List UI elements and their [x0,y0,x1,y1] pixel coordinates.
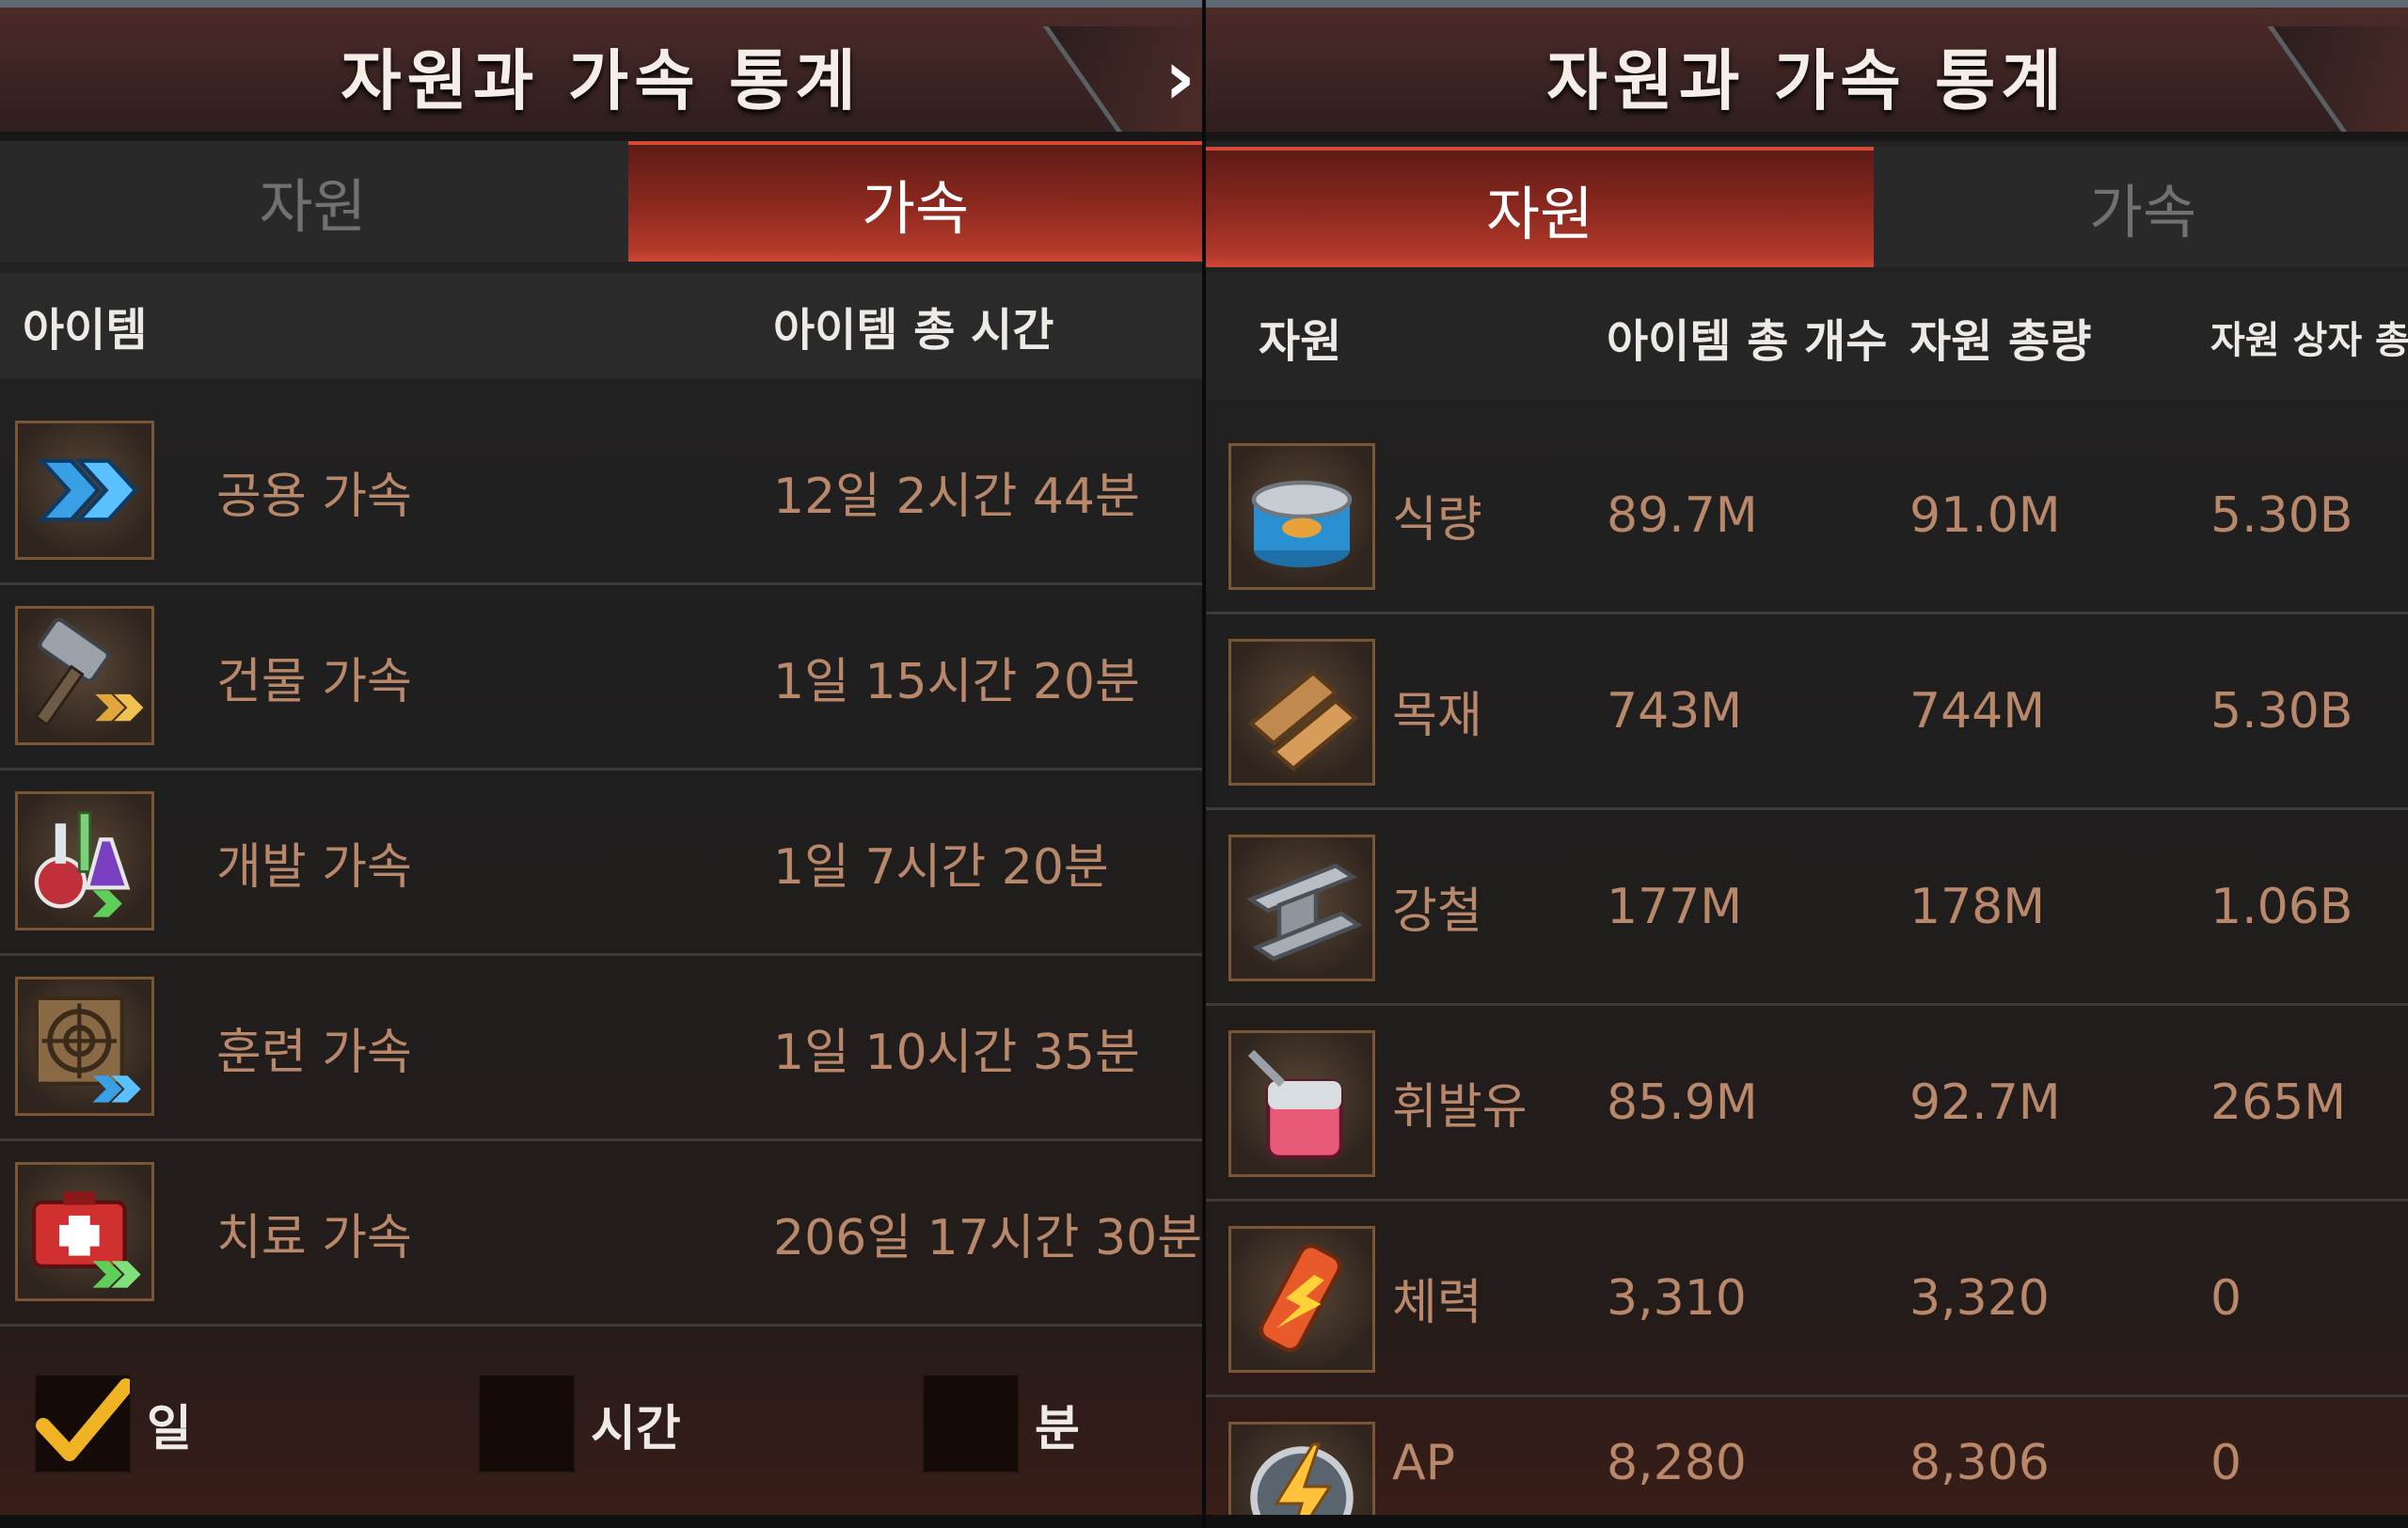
resource-item-count: 85.9M [1607,1074,1758,1131]
target-icon [15,977,154,1116]
table-row[interactable]: AP 8,280 8,306 0 [1206,1397,2408,1528]
title-bar: 자원과 가속 통계 [1206,0,2408,141]
resource-name: 식량 [1392,492,1482,549]
tab-bar: 자원 가속 [1206,147,2408,267]
checkbox-minutes[interactable] [922,1374,1020,1473]
resource-item-count: 89.7M [1607,486,1758,544]
item-name: 치료 가속 [216,1209,412,1266]
checkbox-days-label: 일 [147,1400,192,1457]
list-item[interactable]: 개발 가속 1일 7시간 20분 [0,771,1202,956]
table-row[interactable]: 목재 743M 744M 5.30B [1206,614,2408,810]
resource-total: 3,320 [1909,1269,2050,1327]
item-name: 개발 가속 [216,838,412,896]
table-row[interactable]: 체력 3,310 3,320 0 [1206,1202,2408,1397]
energy-drink-icon [1228,1226,1375,1373]
list-item[interactable]: 공용 가속 12일 2시간 44분 [0,400,1202,585]
hammer-icon [15,606,154,745]
table-row[interactable]: 식량 89.7M 91.0M 5.30B [1206,419,2408,614]
resource-box-total: 5.30B [2210,682,2353,740]
checkbox-minutes-label: 분 [1035,1400,1080,1457]
resource-name: 목재 [1392,688,1482,744]
resource-total: 178M [1909,878,2046,935]
table-row[interactable]: 강철 177M 178M 1.06B [1206,810,2408,1006]
bottom-border [0,1515,1202,1528]
check-icon [36,1378,134,1461]
resource-name: 강철 [1392,883,1482,940]
tab-resources[interactable]: 자원 [0,141,626,262]
title-bar: 자원과 가속 통계 › [0,0,1202,141]
resource-total: 91.0M [1909,486,2061,544]
item-name: 훈련 가속 [216,1024,412,1081]
tab-speedups[interactable]: 가속 [628,141,1202,262]
resource-box-total: 265M [2210,1074,2347,1131]
tab-speedups[interactable]: 가속 [1877,147,2408,267]
wood-planks-icon [1228,639,1375,786]
table-header: 자원 아이템 총 개수 자원 총량 자원 상자 총 [1206,273,2408,400]
tab-bar: 자원 가속 [0,141,1202,262]
resource-name: 휘발유 [1392,1079,1528,1136]
resource-box-total: 0 [2210,1434,2242,1491]
resource-name: AP [1392,1434,1455,1491]
resource-box-total: 1.06B [2210,878,2353,935]
column-header-total: 자원 총량 [1909,314,2092,368]
column-header-box: 자원 상자 총 [2210,318,2408,362]
resource-total: 744M [1909,682,2046,740]
item-time: 206일 17시간 30분 [773,1209,1202,1266]
resource-stats-panel: 자원과 가속 통계 자원 가속 자원 아이템 총 개수 자원 총량 자원 상자 … [1206,0,2408,1528]
column-header-item-count: 아이템 총 개수 [1607,314,1888,368]
resource-box-total: 5.30B [2210,486,2353,544]
item-name: 공용 가속 [216,468,412,525]
double-chevron-icon [15,421,154,560]
column-header-total-time: 아이템 총 시간 [773,304,1054,357]
list-item[interactable]: 치료 가속 206일 17시간 30분 [0,1141,1202,1327]
item-time: 1일 15시간 20분 [773,653,1140,710]
fuel-can-icon [1228,1030,1375,1177]
resource-item-count: 8,280 [1607,1434,1747,1491]
panel-title: 자원과 가속 통계 [1546,42,2067,119]
close-icon[interactable]: › [1164,40,1202,120]
resource-item-count: 3,310 [1607,1269,1747,1327]
table-header: 아이템 아이템 총 시간 [0,273,1202,378]
panel-title: 자원과 가속 통계 [341,42,862,119]
column-header-resource: 자원 [1259,314,1342,368]
resource-name: 체력 [1392,1275,1482,1331]
lightning-icon [1228,1422,1375,1528]
speedup-stats-panel: 자원과 가속 통계 › 자원 가속 아이템 아이템 총 시간 공용 가속 12일… [0,0,1202,1528]
flask-icon [15,791,154,931]
steel-beam-icon [1228,835,1375,981]
medkit-icon [15,1162,154,1301]
item-time: 12일 2시간 44분 [773,468,1140,525]
item-time: 1일 7시간 20분 [773,838,1109,896]
resource-item-count: 743M [1607,682,1743,740]
checkbox-hours-label: 시간 [591,1400,681,1457]
tab-resources[interactable]: 자원 [1206,147,1874,267]
table-row[interactable]: 휘발유 85.9M 92.7M 265M [1206,1006,2408,1202]
food-can-icon [1228,443,1375,590]
resource-box-total: 0 [2210,1269,2242,1327]
resource-total: 92.7M [1909,1074,2061,1131]
checkbox-hours[interactable] [478,1374,576,1473]
column-header-item: 아이템 [23,304,148,357]
list-item[interactable]: 훈련 가속 1일 10시간 35분 [0,956,1202,1141]
item-time: 1일 10시간 35분 [773,1024,1140,1081]
resource-item-count: 177M [1607,878,1743,935]
bottom-border [1206,1515,2408,1528]
item-name: 건물 가속 [216,653,412,710]
list-item[interactable]: 건물 가속 1일 15시간 20분 [0,585,1202,771]
resource-total: 8,306 [1909,1434,2050,1491]
checkbox-days[interactable] [34,1374,134,1473]
